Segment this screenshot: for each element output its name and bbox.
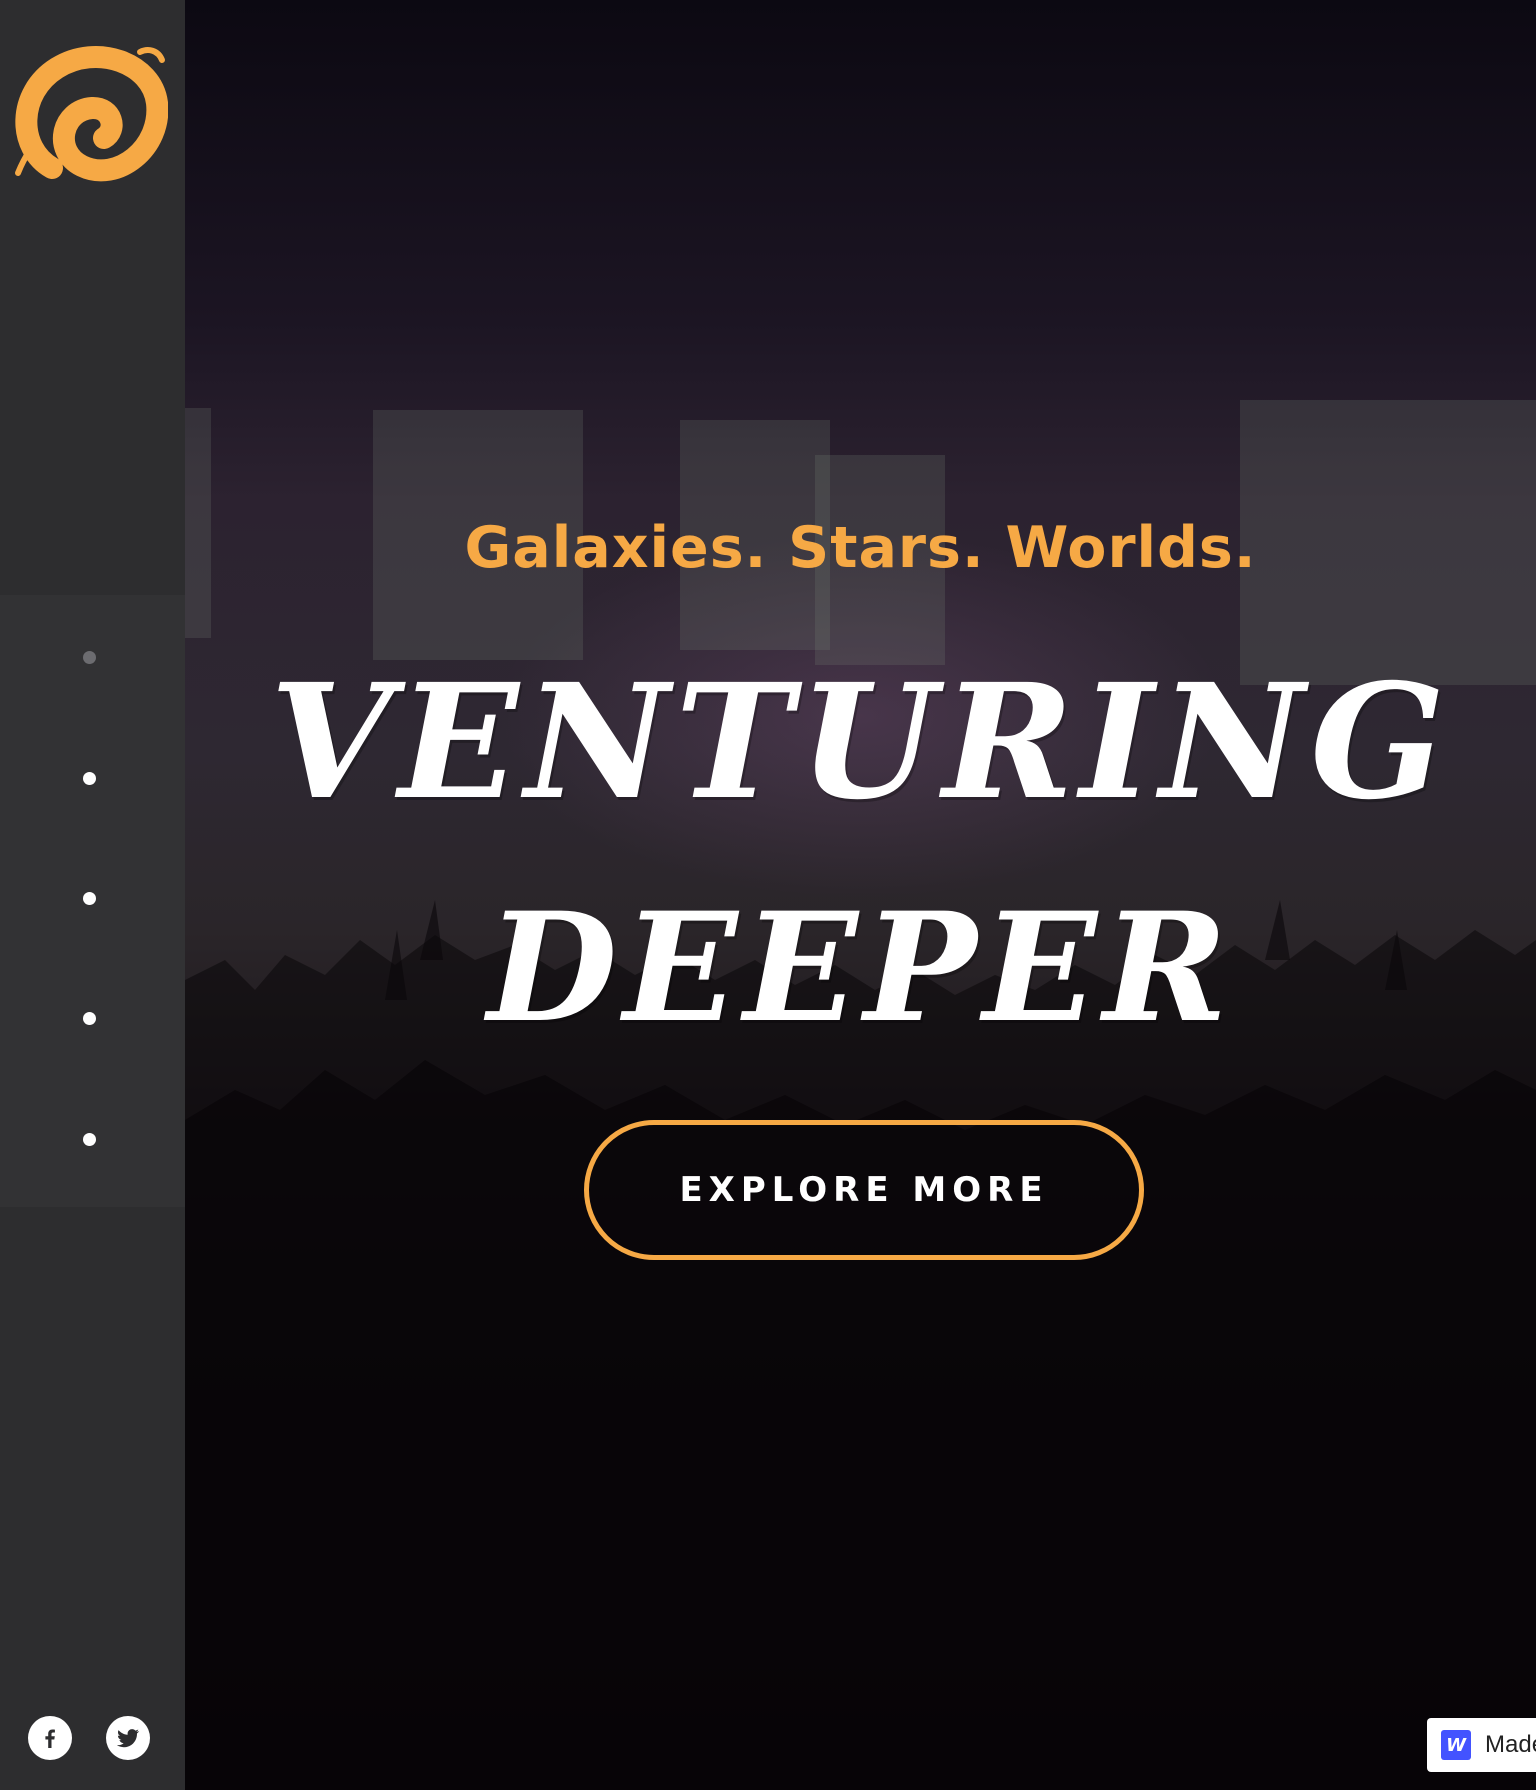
- section-nav-dot-2[interactable]: [83, 772, 96, 785]
- webflow-logo-icon: W: [1441, 1730, 1471, 1760]
- section-nav: [0, 595, 185, 1207]
- facebook-icon[interactable]: [28, 1716, 72, 1760]
- hero-tagline: Galaxies. Stars. Worlds.: [464, 515, 1257, 581]
- section-nav-dot-1[interactable]: [83, 651, 96, 664]
- section-nav-dot-5[interactable]: [83, 1133, 96, 1146]
- section-nav-dot-3[interactable]: [83, 892, 96, 905]
- twitter-icon[interactable]: [106, 1716, 150, 1760]
- made-in-webflow-badge[interactable]: W Made in Webflow: [1427, 1718, 1536, 1772]
- swirl-logo-icon[interactable]: [12, 38, 169, 194]
- hero-section: Galaxies. Stars. Worlds. Venturing Deepe…: [185, 0, 1536, 1790]
- section-nav-dot-4[interactable]: [83, 1012, 96, 1025]
- sidebar: [0, 0, 185, 1790]
- hero-headline-line2: Deeper: [487, 880, 1234, 1056]
- webflow-badge-label: Made in Webflow: [1485, 1731, 1536, 1758]
- explore-more-button[interactable]: EXPLORE MORE: [584, 1120, 1144, 1260]
- hero-headline-line1: Venturing: [269, 650, 1452, 835]
